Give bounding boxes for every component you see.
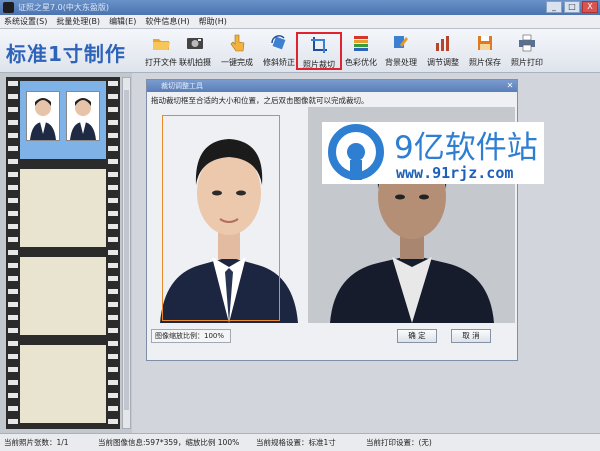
site-logo-icon <box>328 124 384 180</box>
crop-canvas[interactable] <box>150 107 308 323</box>
thumbnail-frame-selected[interactable] <box>20 81 106 159</box>
site-watermark: 9亿软件站 www.91rjz.com <box>322 122 544 184</box>
status-spec: 当前规格设置：标准1寸 <box>256 438 336 447</box>
menu-system-settings[interactable]: 系统设置(S) <box>4 16 47 27</box>
menu-bar: 系统设置(S) 批量处理(B) 编辑(E) 软件信息(H) 帮助(H) <box>0 15 600 29</box>
camera-capture-button[interactable]: 联机拍摄 <box>172 32 218 70</box>
printer-icon <box>519 34 535 52</box>
detail-adjust-button[interactable]: 调节调整 <box>420 32 466 70</box>
crop-icon <box>311 37 327 53</box>
floppy-save-icon <box>478 36 492 50</box>
thumbnail-frame[interactable] <box>20 257 106 335</box>
photo-crop-button[interactable]: 照片裁切 <box>296 32 342 70</box>
film-holes-right <box>108 77 118 429</box>
app-icon <box>3 2 14 13</box>
window-controls: _ □ X <box>546 1 598 13</box>
status-bar: 当前照片张数：1/1 当前图像信息:597*359，缩放比例 100% 当前规格… <box>0 433 600 451</box>
menu-software-info[interactable]: 软件信息(H) <box>145 16 189 27</box>
status-print: 当前打印设置：(无) <box>366 438 432 447</box>
tool-label: 联机拍摄 <box>179 58 211 67</box>
scrollbar-thumb[interactable] <box>124 90 129 410</box>
confirm-button[interactable]: 确 定 <box>397 329 437 343</box>
thumbnail-panel <box>0 73 132 433</box>
tool-label: 一键完成 <box>221 58 253 67</box>
close-button[interactable]: X <box>582 1 598 13</box>
status-photo-count: 当前照片张数：1/1 <box>4 438 69 447</box>
film-strip <box>6 77 120 429</box>
menu-batch[interactable]: 批量处理(B) <box>56 16 100 27</box>
menu-edit[interactable]: 编辑(E) <box>109 16 136 27</box>
crop-frame[interactable] <box>162 115 280 321</box>
film-holes-left <box>8 77 18 429</box>
rotate-correct-icon <box>271 35 286 50</box>
hand-click-icon <box>230 34 245 52</box>
app-window: 证照之星7.0(中大东盈版) _ □ X 系统设置(S) 批量处理(B) 编辑(… <box>0 0 600 451</box>
folder-open-icon <box>153 39 170 50</box>
background-process-button[interactable]: 背景处理 <box>378 32 424 70</box>
dialog-title: 裁切调整工具 <box>147 80 517 92</box>
thumbnail-photo <box>26 91 60 141</box>
watermark-title: 9亿软件站 <box>394 130 538 166</box>
dialog-hint: 拖动裁切框至合适的大小和位置，之后双击图像就可以完成裁切。 <box>151 96 369 105</box>
photo-save-button[interactable]: 照片保存 <box>462 32 508 70</box>
menu-help[interactable]: 帮助(H) <box>199 16 227 27</box>
portrait-thumbnail-icon <box>30 98 56 140</box>
brand-title: 标准1寸制作 <box>6 42 126 66</box>
camera-icon <box>187 38 203 49</box>
thumbnail-frame[interactable] <box>20 345 106 423</box>
tool-label: 照片裁切 <box>303 60 335 69</box>
adjust-chart-icon <box>436 36 449 51</box>
one-click-button[interactable]: 一键完成 <box>214 32 260 70</box>
zoom-ratio-display: 图像缩放比例：100% <box>151 329 231 343</box>
thumbnail-frame[interactable] <box>20 169 106 247</box>
color-bars-icon <box>354 36 368 51</box>
dialog-close-icon[interactable]: ✕ <box>505 81 515 91</box>
title-bar: 证照之星7.0(中大东盈版) _ □ X <box>0 0 600 15</box>
tool-label: 调节调整 <box>427 58 459 67</box>
tool-label: 照片打印 <box>511 58 543 67</box>
thumbnail-photo <box>66 91 100 141</box>
photo-print-button[interactable]: 照片打印 <box>504 32 550 70</box>
tool-label: 背景处理 <box>385 58 417 67</box>
brush-icon <box>394 36 408 48</box>
thumbnail-scrollbar[interactable] <box>122 77 131 429</box>
toolbar: 标准1寸制作 打开文件 联机拍摄 一键完成 修斜矫正 照片裁切 色彩优化 背景处… <box>0 29 600 73</box>
watermark-url: www.91rjz.com <box>396 164 514 182</box>
minimize-button[interactable]: _ <box>546 1 562 13</box>
status-image-info: 当前图像信息:597*359，缩放比例 100% <box>98 438 240 447</box>
cancel-button[interactable]: 取 消 <box>451 329 491 343</box>
portrait-thumbnail-icon <box>70 98 96 140</box>
tool-label: 照片保存 <box>469 58 501 67</box>
window-title: 证照之星7.0(中大东盈版) <box>18 3 109 12</box>
maximize-button[interactable]: □ <box>564 1 580 13</box>
